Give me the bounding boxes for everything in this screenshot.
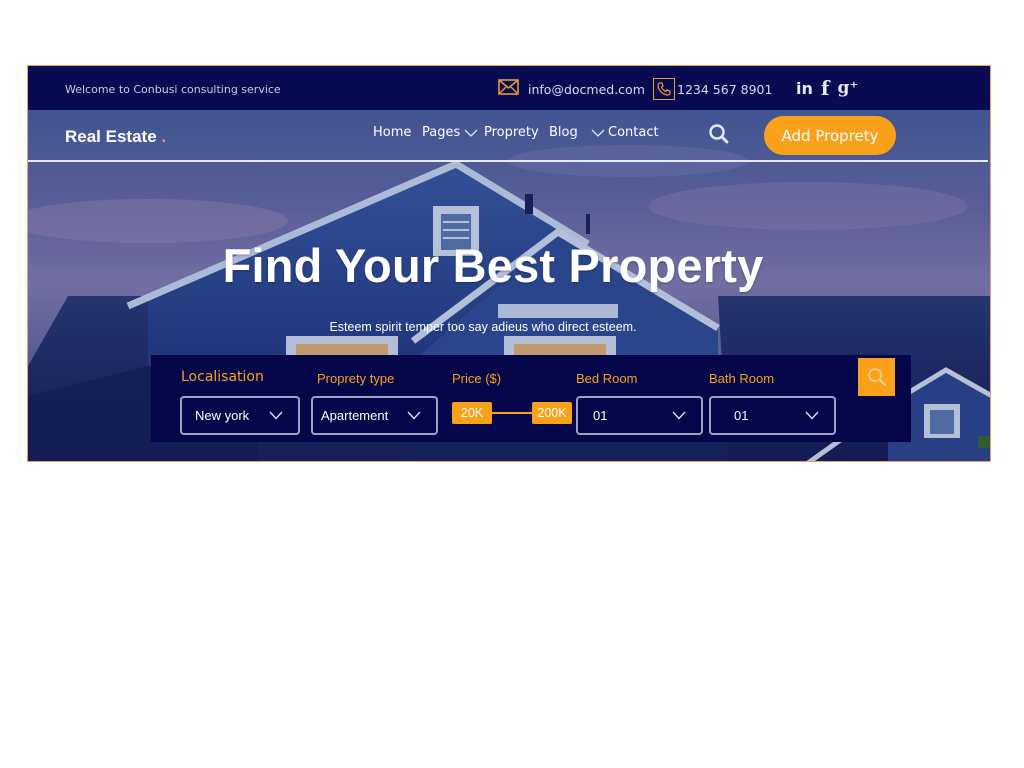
envelope-icon xyxy=(498,78,519,100)
property-type-value: Apartement xyxy=(321,408,389,423)
chevron-down-icon[interactable] xyxy=(591,128,605,138)
hero-section: Welcome to Conbusi consulting service in… xyxy=(27,65,991,462)
chevron-down-icon xyxy=(269,411,283,420)
top-info-bar: Welcome to Conbusi consulting service in… xyxy=(28,66,990,110)
brand-name: Real Estate xyxy=(65,127,157,146)
hero-title: Find Your Best Property xyxy=(222,239,764,292)
price-range-track[interactable] xyxy=(487,412,533,414)
price-label: Price ($) xyxy=(452,371,502,386)
phone-icon xyxy=(653,78,675,100)
nav-item-blog[interactable]: Blog xyxy=(549,125,578,140)
hero-subtitle: Esteem spirit temper too say adieus who … xyxy=(329,320,637,334)
bed-room-label: Bed Room xyxy=(576,371,638,386)
main-nav: Real Estate . Home Pages Proprety Blog C… xyxy=(28,110,990,162)
property-type-label: Proprety type xyxy=(317,371,395,386)
localisation-value: New york xyxy=(195,408,250,423)
phone-link[interactable]: 1234 567 8901 xyxy=(653,78,772,100)
nav-item-proprety[interactable]: Proprety xyxy=(484,125,539,140)
price-min-handle[interactable]: 20K xyxy=(452,402,492,424)
bath-room-select[interactable]: 01 xyxy=(709,396,836,435)
brand-logo[interactable]: Real Estate . xyxy=(65,127,166,147)
nav-item-home[interactable]: Home xyxy=(373,125,411,140)
price-max-handle[interactable]: 200K xyxy=(532,402,572,424)
chevron-down-icon xyxy=(672,411,686,420)
property-search-panel: Localisation New york Proprety type Apar… xyxy=(151,355,911,442)
chevron-down-icon xyxy=(407,411,421,420)
chevron-down-icon[interactable] xyxy=(464,128,478,138)
property-type-select[interactable]: Apartement xyxy=(311,396,438,435)
welcome-text: Welcome to Conbusi consulting service xyxy=(65,83,281,96)
google-plus-icon[interactable]: g⁺ xyxy=(837,78,858,98)
social-links: in f g⁺ xyxy=(796,76,858,100)
bath-room-value: 01 xyxy=(734,408,749,423)
phone-text: 1234 567 8901 xyxy=(677,81,773,97)
nav-item-contact[interactable]: Contact xyxy=(608,125,659,140)
bath-room-label: Bath Room xyxy=(709,371,775,386)
bed-room-select[interactable]: 01 xyxy=(576,396,703,435)
search-submit-button[interactable] xyxy=(858,358,895,396)
add-property-button[interactable]: Add Proprety xyxy=(764,116,896,155)
bed-room-value: 01 xyxy=(593,408,608,423)
search-icon xyxy=(867,368,886,386)
nav-item-pages[interactable]: Pages xyxy=(422,125,460,140)
localisation-select[interactable]: New york xyxy=(180,396,300,435)
localisation-label: Localisation xyxy=(181,369,264,385)
search-icon[interactable] xyxy=(708,123,730,145)
email-text: info@docmed.com xyxy=(528,81,645,97)
chevron-down-icon xyxy=(805,411,819,420)
brand-dot: . xyxy=(161,127,167,146)
facebook-icon[interactable]: f xyxy=(821,76,830,100)
nav-divider xyxy=(28,160,988,162)
linkedin-icon[interactable]: in xyxy=(796,79,813,98)
email-link[interactable]: info@docmed.com xyxy=(498,78,645,100)
